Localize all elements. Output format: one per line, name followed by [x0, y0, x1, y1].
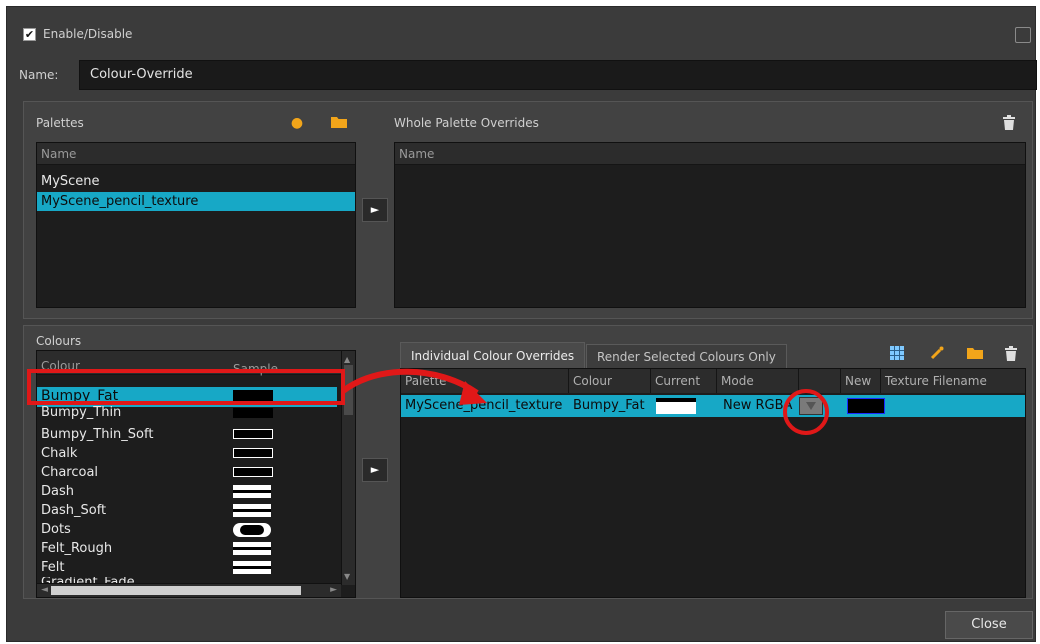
sample-swatch — [233, 408, 273, 418]
colours-horizontal-scrollbar[interactable]: ◄ ► — [37, 583, 341, 597]
palettes-list[interactable]: Name MyScene MyScene_pencil_texture — [36, 142, 356, 308]
column-colour: Colour — [569, 369, 651, 393]
colour-item[interactable]: Felt — [37, 558, 337, 577]
colour-item[interactable]: Chalk — [37, 444, 337, 463]
add-whole-palette-override-button[interactable]: ► — [362, 198, 388, 222]
sample-swatch — [233, 542, 271, 555]
folder-icon[interactable] — [966, 346, 984, 362]
whole-overrides-column-header: Name — [395, 143, 1025, 165]
whole-overrides-title: Whole Palette Overrides — [394, 116, 539, 130]
tab-render-selected-colours-only[interactable]: Render Selected Colours Only — [586, 344, 787, 368]
palettes-title: Palettes — [36, 116, 84, 130]
colour-override-dialog: ✔ Enable/Disable Name: Colour-Override P… — [6, 6, 1037, 642]
collapse-toggle[interactable] — [1015, 27, 1031, 43]
sample-swatch — [233, 485, 271, 498]
palettes-panel: Palettes ● Name MyScene MyScene_pencil_t… — [23, 101, 1033, 319]
trash-icon[interactable] — [1002, 346, 1020, 362]
colours-panel: Colours Colour Sample Bumpy_Fat Bumpy_Th… — [23, 325, 1033, 599]
annotation-highlight-box — [27, 369, 345, 405]
close-button[interactable]: Close — [945, 611, 1033, 639]
palette-item-selected[interactable]: MyScene_pencil_texture — [37, 192, 355, 211]
sample-swatch — [233, 561, 271, 574]
add-individual-override-button[interactable]: ► — [362, 458, 388, 482]
colour-item[interactable]: Bumpy_Thin_Soft — [37, 425, 337, 444]
annotation-arrow-icon — [341, 368, 487, 405]
colour-item[interactable]: Dots — [37, 520, 337, 539]
current-swatch — [656, 398, 696, 414]
palettes-column-header: Name — [37, 143, 355, 165]
column-new: New — [841, 369, 881, 393]
palette-browser-icon[interactable]: ● — [288, 115, 306, 131]
sample-swatch — [233, 448, 273, 458]
column-mode: Mode — [717, 369, 799, 393]
override-mode: New RGBA — [723, 398, 793, 413]
annotation-circle — [783, 389, 829, 435]
name-field[interactable]: Colour-Override — [79, 60, 1037, 90]
enable-checkbox[interactable]: ✔ — [23, 28, 36, 41]
colour-item[interactable]: Dash — [37, 482, 337, 501]
name-label: Name: — [19, 68, 59, 82]
new-colour-swatch[interactable] — [847, 398, 885, 414]
sample-swatch — [233, 467, 273, 477]
colour-item[interactable]: Charcoal — [37, 463, 337, 482]
trash-icon[interactable] — [1000, 115, 1018, 131]
colour-item[interactable]: Bumpy_Thin — [37, 403, 337, 422]
column-current: Current — [651, 369, 717, 393]
colours-title: Colours — [36, 334, 82, 348]
sample-swatch — [233, 504, 271, 517]
folder-icon[interactable] — [330, 115, 348, 131]
sample-swatch — [233, 429, 273, 439]
colour-item[interactable]: Felt_Rough — [37, 539, 337, 558]
enable-label: Enable/Disable — [43, 27, 133, 41]
eyedropper-icon[interactable] — [928, 346, 946, 362]
sample-swatch — [233, 523, 271, 537]
whole-overrides-list[interactable]: Name — [394, 142, 1026, 308]
grid-icon[interactable] — [888, 346, 906, 362]
palette-item[interactable]: MyScene — [37, 172, 355, 191]
override-colour: Bumpy_Fat — [573, 398, 645, 413]
colour-item[interactable]: Dash_Soft — [37, 501, 337, 520]
column-texture-filename: Texture Filename — [881, 369, 1025, 393]
